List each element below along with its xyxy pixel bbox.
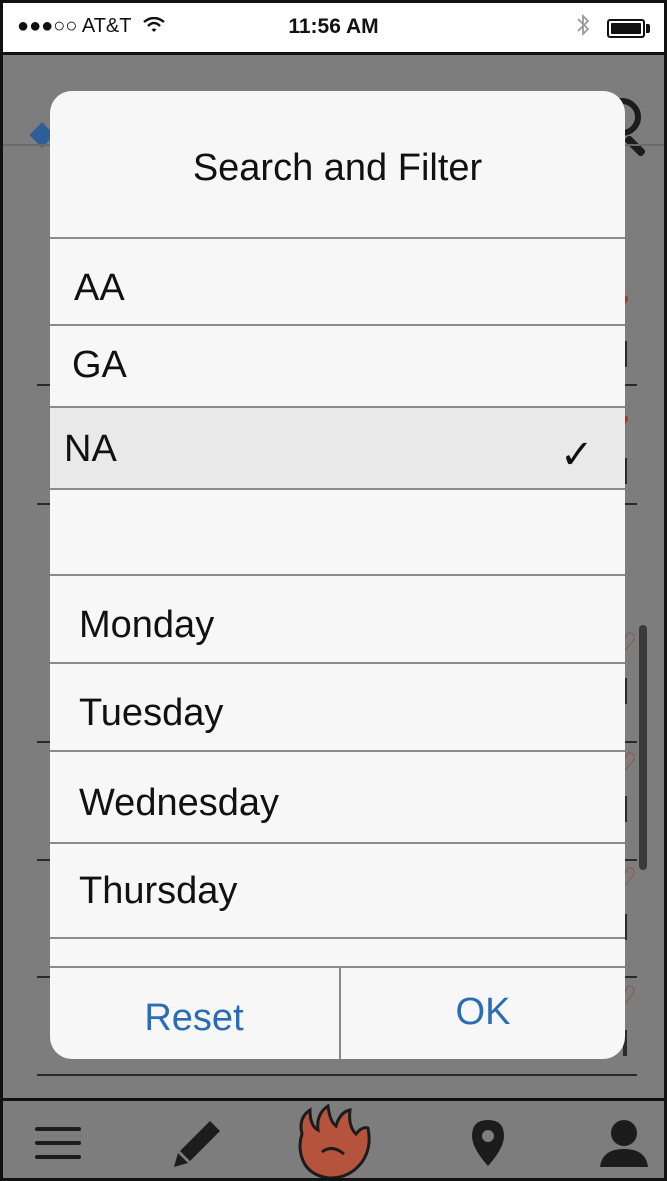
tab-location[interactable] [433, 1101, 543, 1178]
bluetooth-icon [577, 13, 590, 43]
clock: 11:56 AM [288, 15, 379, 38]
tab-home[interactable] [280, 1101, 390, 1178]
day-divider [50, 937, 625, 939]
tab-profile[interactable] [569, 1101, 664, 1178]
day-label: Monday [79, 604, 215, 646]
phone-frame: ●●●○○ AT&T 11:56 AM ♥ ♥ ♡ ♡ ♡ ♡ [0, 0, 667, 1181]
dialog-title: Search and Filter [192, 147, 483, 189]
map-pin-icon [472, 1119, 504, 1166]
ok-button[interactable]: OK [339, 968, 625, 1059]
reset-button[interactable]: Reset [50, 968, 338, 1059]
day-label: Thursday [79, 870, 238, 912]
option-label: GA [72, 344, 127, 386]
menu-icon [35, 1126, 81, 1159]
pencil-icon [174, 1120, 220, 1167]
battery-nub [646, 24, 650, 33]
dialog-actions: Reset OK [50, 966, 625, 1059]
day-label: Tuesday [79, 692, 224, 734]
scrollbar[interactable] [639, 625, 647, 870]
option-label: NA [64, 428, 117, 470]
flame-icon [298, 1103, 371, 1178]
option-ga[interactable]: GA [50, 326, 625, 406]
option-na[interactable]: NA ✓ [50, 406, 625, 490]
day-tuesday[interactable]: Tuesday [50, 664, 625, 750]
tab-menu[interactable] [3, 1101, 113, 1178]
checkmark-icon: ✓ [560, 433, 594, 477]
tab-write[interactable] [143, 1101, 253, 1178]
option-empty[interactable] [50, 490, 625, 574]
day-wednesday[interactable]: Wednesday [50, 752, 625, 842]
option-aa[interactable]: AA [50, 239, 625, 325]
bg-divider [37, 1074, 637, 1076]
day-thursday[interactable]: Thursday [50, 844, 625, 937]
option-label: AA [74, 267, 125, 309]
search-icon-handle [623, 134, 647, 158]
user-icon [600, 1119, 648, 1167]
day-monday[interactable]: Monday [50, 576, 625, 662]
tab-bar [3, 1098, 664, 1178]
search-filter-dialog: Search and Filter AA GA NA ✓ Monday Tues… [50, 91, 625, 1059]
status-bar: ●●●○○ AT&T 11:56 AM [3, 3, 664, 55]
day-label: Wednesday [79, 782, 279, 824]
battery-icon [607, 19, 645, 38]
